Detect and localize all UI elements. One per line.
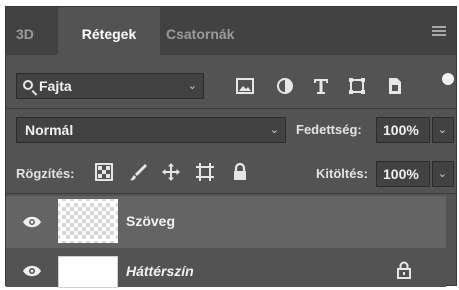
fill-label: Kitöltés: [316, 166, 368, 181]
lock-label: Rögzítés: [16, 166, 75, 181]
smart-object-filter-icon[interactable] [384, 75, 406, 97]
layer-row-background[interactable]: Háttérszín [6, 250, 446, 288]
layer-thumbnail [58, 199, 118, 243]
opacity-input[interactable]: 100% [376, 117, 430, 143]
chevron-down-icon: ⌄ [269, 124, 279, 136]
fill-value: 100% [383, 166, 419, 182]
chevron-down-icon: ⌄ [437, 124, 447, 136]
filter-toggle-dot[interactable] [442, 73, 454, 85]
fill-input[interactable]: 100% [376, 161, 430, 187]
search-icon [23, 80, 33, 90]
opacity-label: Fedettség: [296, 122, 362, 137]
layer-row-text[interactable]: Szöveg [6, 196, 446, 248]
eye-icon[interactable] [22, 216, 42, 228]
opacity-value: 100% [383, 122, 419, 138]
divider [6, 108, 456, 109]
layer-thumbnail [58, 256, 118, 288]
divider [6, 193, 456, 194]
type-filter-icon[interactable] [310, 75, 332, 97]
lock-all-icon[interactable] [230, 162, 250, 182]
lock-transparent-pixels-icon[interactable] [94, 162, 114, 182]
filter-kind-label: Fajta [39, 78, 72, 94]
lock-artboard-icon[interactable] [195, 162, 215, 182]
adjustment-filter-icon[interactable] [274, 75, 296, 97]
lock-position-icon[interactable] [161, 162, 181, 182]
chevron-down-icon: ⌄ [187, 80, 197, 92]
chevron-down-icon: ⌄ [437, 168, 447, 180]
blend-mode-dropdown[interactable]: Normál ⌄ [16, 117, 286, 143]
tab-3d[interactable]: 3D [16, 7, 52, 55]
panel-menu-icon[interactable] [432, 26, 446, 38]
shape-filter-icon[interactable] [346, 75, 368, 97]
layer-name: Háttérszín [126, 263, 194, 279]
layer-name: Szöveg [126, 213, 176, 229]
eye-icon[interactable] [22, 265, 42, 277]
filter-kind-dropdown[interactable]: Fajta ⌄ [16, 73, 204, 99]
image-filter-icon[interactable] [234, 75, 256, 97]
lock-icon [397, 261, 411, 279]
tab-layers[interactable]: Rétegek [58, 7, 160, 55]
layers-panel: 3D Rétegek Csatornák Fajta ⌄ Normál ⌄ Fe… [5, 6, 457, 288]
fill-slider-toggle[interactable]: ⌄ [432, 161, 454, 187]
panel-tab-bar: 3D Rétegek Csatornák [6, 7, 456, 55]
tab-channels[interactable]: Csatornák [166, 7, 256, 55]
opacity-slider-toggle[interactable]: ⌄ [432, 117, 454, 143]
blend-mode-value: Normál [25, 122, 74, 138]
lock-image-pixels-icon[interactable] [128, 162, 148, 182]
